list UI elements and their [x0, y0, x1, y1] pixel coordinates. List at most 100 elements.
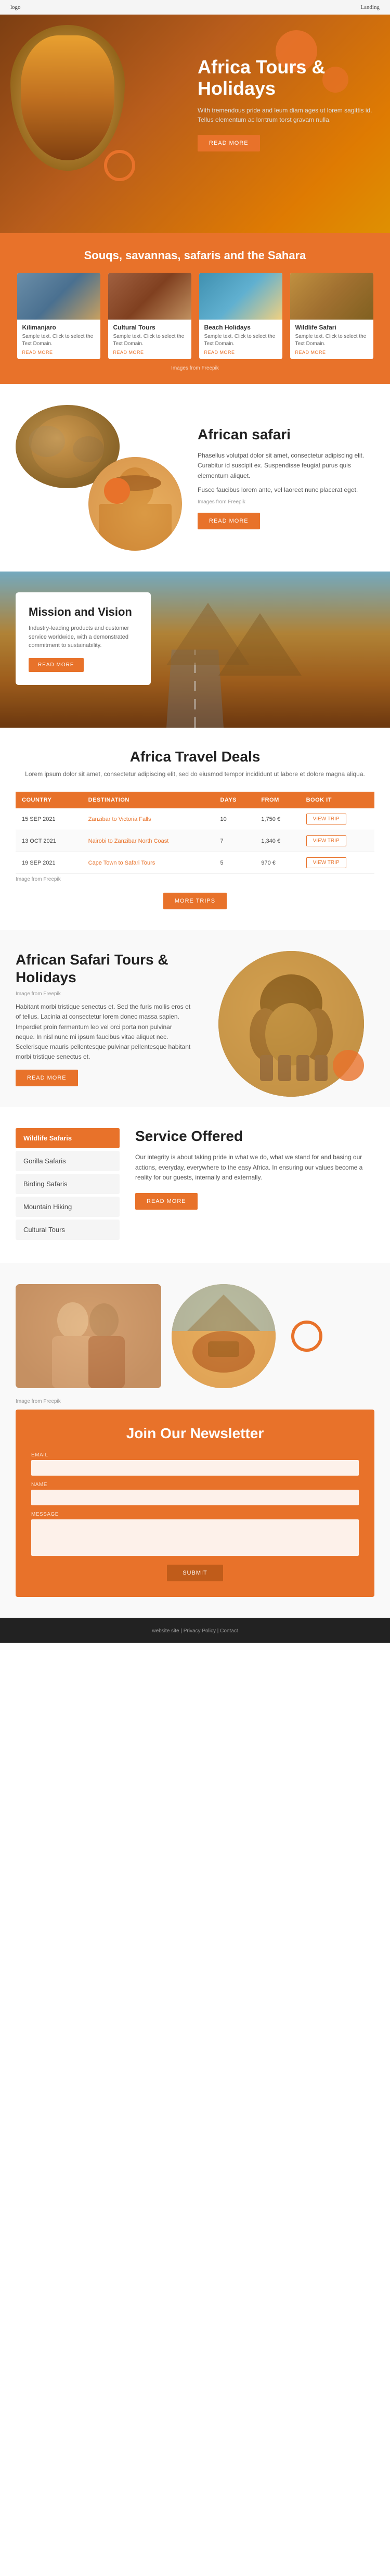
deals-section: Africa Travel Deals Lorem ipsum dolor si… [0, 728, 390, 930]
row1-destination: Zanzibar to Victoria Falls [82, 808, 214, 830]
wildlife-text: Sample text. Click to select the Text Do… [295, 333, 368, 348]
email-label: Email [31, 1452, 359, 1458]
nav-landing[interactable]: Landing [360, 4, 380, 10]
tours-section: African Safari Tours & Holidays Image fr… [0, 930, 390, 1107]
deals-title: Africa Travel Deals [16, 748, 374, 765]
row2-price: 1,340 € [255, 830, 300, 852]
col-country: COUNTRY [16, 792, 82, 808]
row2-date: 13 OCT 2021 [16, 830, 82, 852]
hero-section: Africa Tours & Holidays With tremendous … [0, 15, 390, 233]
safari-text1: Phasellus volutpat dolor sit amet, conse… [198, 451, 374, 481]
row2-destination-link[interactable]: Nairobi to Zanzibar North Coast [88, 838, 169, 844]
mission-read-more-button[interactable]: READ MORE [29, 658, 84, 672]
row1-date: 15 SEP 2021 [16, 808, 82, 830]
hero-title: Africa Tours & Holidays [198, 56, 374, 99]
row2-view-trip-button[interactable]: VIEW TRIP [306, 835, 346, 846]
message-textarea[interactable] [31, 1519, 359, 1556]
cultural-link[interactable]: READ MORE [113, 350, 186, 355]
email-input[interactable] [31, 1460, 359, 1476]
card-kilimanjaro: Kilimanjaro Sample text. Click to select… [17, 273, 100, 359]
kilimanjaro-text: Sample text. Click to select the Text Do… [22, 333, 95, 348]
newsletter-couple-image [16, 1284, 161, 1388]
row2-days: 7 [214, 830, 255, 852]
message-field-container: Message [31, 1512, 359, 1558]
safari-read-more-button[interactable]: READ MORE [198, 513, 260, 529]
deals-table: COUNTRY DESTINATION DAYS FROM BOOK IT 15… [16, 792, 374, 874]
service-content: Service Offered Our integrity is about t… [135, 1128, 374, 1242]
row3-btn-cell: VIEW TRIP [300, 852, 374, 874]
row3-destination-link[interactable]: Cape Town to Safari Tours [88, 860, 155, 866]
hero-dot-outline [104, 150, 135, 181]
col-days: DAYS [214, 792, 255, 808]
name-input[interactable] [31, 1490, 359, 1505]
col-book: BOOK IT [300, 792, 374, 808]
beach-image [199, 273, 282, 320]
name-label: Name [31, 1482, 359, 1488]
row1-btn-cell: VIEW TRIP [300, 808, 374, 830]
footer-text: website site | Privacy Policy | Contact [152, 1628, 238, 1634]
safari-orange-dot [104, 478, 130, 504]
tours-title: African Safari Tours & Holidays [16, 951, 192, 986]
row1-price: 1,750 € [255, 808, 300, 830]
card-wildlife: Wildlife Safari Sample text. Click to se… [290, 273, 373, 359]
tours-read-more-button[interactable]: READ MORE [16, 1070, 78, 1086]
woman-hat-shape [88, 457, 182, 551]
deals-more-trips-button[interactable]: MORE TRIPS [163, 893, 227, 909]
footer: website site | Privacy Policy | Contact [0, 1618, 390, 1643]
beach-title: Beach Holidays [204, 324, 277, 331]
safari-woman-image [88, 457, 182, 551]
service-menu-gorilla[interactable]: Gorilla Safaris [16, 1151, 120, 1171]
col-destination: DESTINATION [82, 792, 214, 808]
kilimanjaro-link[interactable]: READ MORE [22, 350, 95, 355]
safari-text2: Fusce faucibus lorem ante, vel laoreet n… [198, 485, 374, 495]
row3-view-trip-button[interactable]: VIEW TRIP [306, 857, 346, 868]
kilimanjaro-image [17, 273, 100, 320]
cultural-text: Sample text. Click to select the Text Do… [113, 333, 186, 348]
newsletter-section: Image from Freepik Join Our Newsletter E… [0, 1263, 390, 1618]
row2-destination: Nairobi to Zanzibar North Coast [82, 830, 214, 852]
wildlife-title: Wildlife Safari [295, 324, 368, 331]
safari-source: Images from Freepik [198, 499, 374, 505]
card-beach: Beach Holidays Sample text. Click to sel… [199, 273, 282, 359]
row1-destination-link[interactable]: Zanzibar to Victoria Falls [88, 816, 151, 822]
wildlife-link[interactable]: READ MORE [295, 350, 368, 355]
safari-section: African safari Phasellus volutpat dolor … [0, 384, 390, 572]
deals-subtitle: Lorem ipsum dolor sit amet, consectetur … [16, 769, 374, 779]
name-field-container: Name [31, 1482, 359, 1505]
table-row: 15 SEP 2021 Zanzibar to Victoria Falls 1… [16, 808, 374, 830]
wildlife-body: Wildlife Safari Sample text. Click to se… [290, 320, 373, 359]
table-row: 13 OCT 2021 Nairobi to Zanzibar North Co… [16, 830, 374, 852]
souqs-title: Souqs, savannas, safaris and the Sahara [16, 249, 374, 262]
row1-view-trip-button[interactable]: VIEW TRIP [306, 814, 346, 824]
service-menu-birding[interactable]: Birding Safaris [16, 1174, 120, 1194]
tours-description: Habitant morbi tristique senectus et. Se… [16, 1002, 192, 1062]
service-read-more-button[interactable]: READ MORE [135, 1193, 198, 1210]
service-description: Our integrity is about taking pride in w… [135, 1152, 374, 1183]
card-cultural: Cultural Tours Sample text. Click to sel… [108, 273, 191, 359]
row3-price: 970 € [255, 852, 300, 874]
service-section: Wildlife Safaris Gorilla Safaris Birding… [0, 1107, 390, 1263]
row1-days: 10 [214, 808, 255, 830]
service-menu-wildlife[interactable]: Wildlife Safaris [16, 1128, 120, 1148]
mission-text: Industry-leading products and customer s… [29, 624, 138, 650]
hero-read-more-button[interactable]: READ MORE [198, 135, 260, 151]
beach-text: Sample text. Click to select the Text Do… [204, 333, 277, 348]
beach-link[interactable]: READ MORE [204, 350, 277, 355]
souqs-section: Souqs, savannas, safaris and the Sahara … [0, 233, 390, 384]
kilimanjaro-body: Kilimanjaro Sample text. Click to select… [17, 320, 100, 359]
deals-table-header-row: COUNTRY DESTINATION DAYS FROM BOOK IT [16, 792, 374, 808]
deals-source: Image from Freepik [16, 877, 374, 882]
tours-image-container [208, 951, 374, 1086]
newsletter-title: Join Our Newsletter [31, 1425, 359, 1442]
newsletter-safari-image [172, 1284, 276, 1388]
safari-title: African safari [198, 426, 374, 443]
service-menu-mountain[interactable]: Mountain Hiking [16, 1197, 120, 1217]
service-menu-cultural[interactable]: Cultural Tours [16, 1220, 120, 1240]
newsletter-submit-button[interactable]: SUBMIT [167, 1565, 223, 1581]
tiger-silhouette [21, 35, 114, 160]
tours-content: African Safari Tours & Holidays Image fr… [16, 951, 192, 1086]
couple-shape [16, 1284, 161, 1388]
beach-body: Beach Holidays Sample text. Click to sel… [199, 320, 282, 359]
cultural-image [108, 273, 191, 320]
header: logo Landing [0, 0, 390, 15]
